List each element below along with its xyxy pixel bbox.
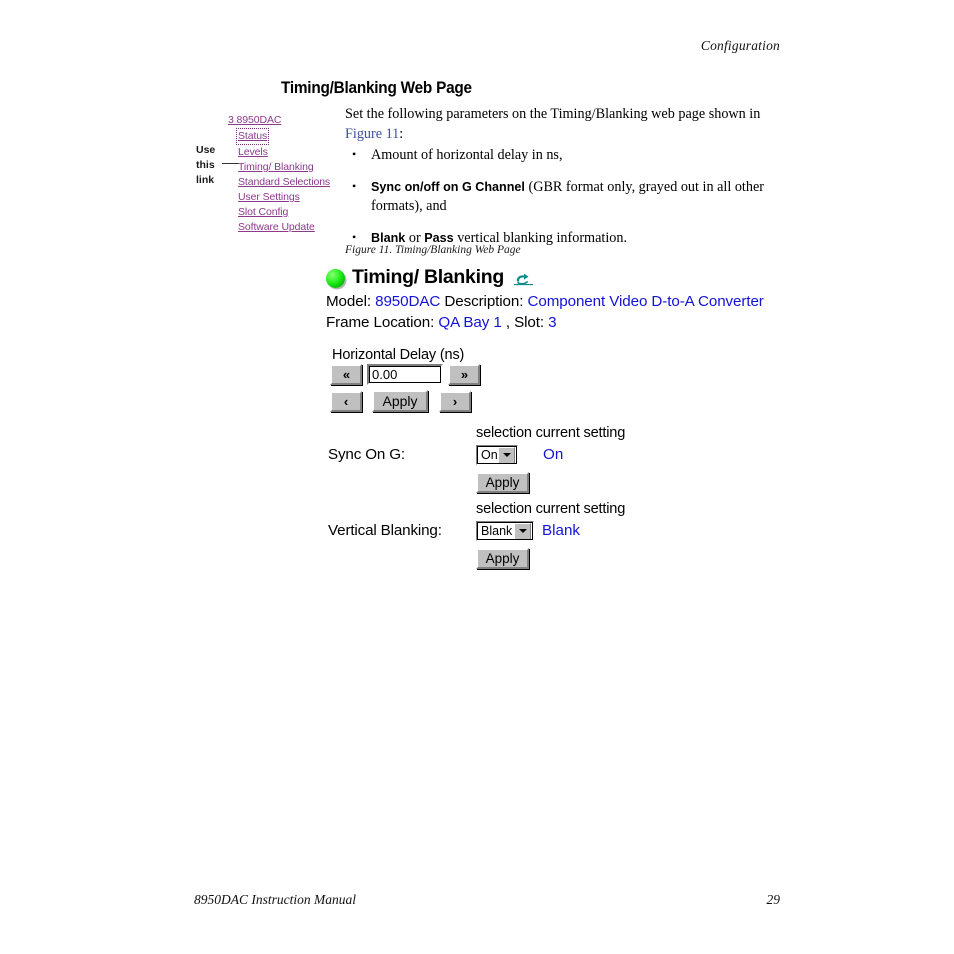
bullet-item: • Amount of horizontal delay in ns, (345, 146, 785, 166)
horizontal-delay-fast-increase-button[interactable]: » (448, 364, 480, 385)
callout-line-2: this (196, 158, 215, 171)
bullet-dot-icon: • (352, 229, 357, 244)
figure-caption: Figure 11. Timing/Blanking Web Page (345, 244, 521, 256)
horizontal-delay-apply-button[interactable]: Apply (372, 390, 428, 412)
nav-link-root[interactable]: 3 8950DAC (228, 113, 281, 128)
vertical-blanking-label: Vertical Blanking: (328, 522, 442, 539)
callout-leader-line (222, 163, 239, 164)
horizontal-delay-input[interactable]: 0.00 (367, 364, 443, 385)
horizontal-delay-fast-decrease-button[interactable]: « (330, 364, 362, 385)
nav-link-user-settings[interactable]: User Settings (238, 190, 300, 205)
vertical-blanking-column-header: selection current setting (476, 501, 626, 517)
footer-page-number: 29 (766, 892, 781, 907)
nav-link-software-update[interactable]: Software Update (238, 220, 315, 235)
callout-line-1: Use (196, 144, 216, 156)
nav-link-slot-config[interactable]: Slot Config (238, 205, 288, 220)
nav-link-levels[interactable]: Levels (238, 145, 268, 160)
status-led-icon (326, 268, 345, 288)
vertical-blanking-select[interactable]: Blank (476, 521, 534, 541)
vertical-blanking-selected-value: Blank (481, 524, 513, 538)
intro-paragraph: Set the following parameters on the Timi… (345, 105, 785, 145)
sync-on-g-label: Sync On G: (328, 446, 405, 463)
horizontal-delay-increase-button[interactable]: › (439, 390, 471, 412)
model-value: 8950DAC (375, 293, 441, 310)
figure-reference-link[interactable]: Figure 11 (345, 126, 399, 142)
horizontal-delay-group: Horizontal Delay (ns) « 0.00 » ‹ Apply › (330, 347, 480, 412)
refresh-icon[interactable] (513, 271, 534, 286)
web-page-title: Timing/ Blanking (352, 266, 504, 289)
bullet-term: Pass (424, 230, 454, 245)
page-title: Timing/Blanking Web Page (281, 79, 472, 97)
intro-text-before: Set the following parameters on the Timi… (345, 106, 761, 122)
frame-location-label: Frame Location: (326, 313, 439, 331)
sync-on-g-apply-button[interactable]: Apply (476, 472, 529, 493)
vertical-blanking-current-setting: Blank (542, 522, 580, 539)
frame-location-value: QA Bay 1 (438, 313, 502, 331)
horizontal-delay-label: Horizontal Delay (ns) (332, 347, 465, 363)
model-description-row: Model: 8950DAC Description: Component Vi… (326, 292, 796, 313)
sync-on-g-column-header: selection current setting (476, 425, 626, 441)
bullet-text: Amount of horizontal delay in ns, (371, 147, 563, 163)
nav-link-timing-blanking[interactable]: Timing/ Blanking (238, 160, 314, 175)
bullet-item: • Sync on/off on G Channel (GBR format on… (345, 178, 785, 217)
bullet-text: Sync on/off on G Channel (GBR format onl… (371, 179, 764, 215)
bullet-body: Amount of horizontal delay in ns, (371, 147, 563, 163)
vertical-blanking-apply-button[interactable]: Apply (476, 548, 529, 569)
bullet-dot-icon: • (352, 147, 357, 161)
bullet-term: Sync on/off on G Channel (371, 179, 525, 194)
description-label: Description: (440, 293, 528, 310)
sync-on-g-selected-value: On (481, 448, 498, 462)
model-label: Model: (326, 293, 376, 310)
horizontal-delay-decrease-button[interactable]: ‹ (330, 390, 362, 412)
horizontal-delay-row-fine: ‹ Apply › (330, 390, 480, 412)
nav-link-status[interactable]: Status (236, 128, 270, 146)
description-value: Component Video D-to-A Converter (527, 293, 764, 310)
sync-on-g-current-setting: On (543, 446, 564, 463)
web-page-header: Timing/ Blanking (326, 264, 796, 292)
sync-on-g-select[interactable]: On (476, 445, 518, 465)
callout-line-3: link (196, 173, 215, 186)
callout-text: Use this link (196, 143, 232, 188)
intro-text-after: : (399, 125, 404, 142)
bullet-dot-icon: • (352, 178, 357, 193)
frame-location-row: Frame Location: QA Bay 1 , Slot: 3 (326, 313, 796, 334)
timing-blanking-web-page-screenshot: Timing/ Blanking Model: 8950DAC Descript… (326, 264, 796, 569)
slot-label: , Slot: (501, 313, 549, 331)
chevron-down-icon[interactable] (498, 446, 515, 464)
chevron-down-icon[interactable] (514, 522, 531, 540)
nav-link-standard-selections[interactable]: Standard Selections (238, 175, 330, 190)
bullet-term: Blank (371, 230, 406, 245)
running-header: Configuration (700, 38, 780, 53)
horizontal-delay-row-coarse: « 0.00 » (330, 364, 480, 385)
slot-value: 3 (548, 313, 557, 331)
footer-manual-title: 8950DAC Instruction Manual (194, 892, 356, 907)
